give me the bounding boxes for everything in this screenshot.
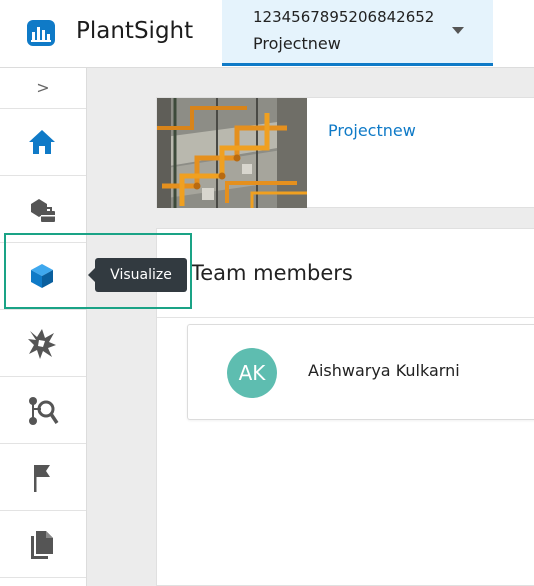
sidebar-item-home[interactable] <box>0 109 86 176</box>
team-members-title: Team members <box>191 261 353 285</box>
sidebar: > <box>0 68 87 586</box>
avatar: AK <box>227 348 277 398</box>
team-member-name: Aishwarya Kulkarni <box>308 361 460 380</box>
flag-icon <box>34 465 50 492</box>
sidebar-item-search-graph[interactable] <box>0 377 86 444</box>
sidebar-item-issues[interactable] <box>0 310 86 377</box>
project-link[interactable]: Projectnew <box>328 121 416 140</box>
chevron-right-icon: > <box>36 78 50 97</box>
sidebar-item-documents[interactable] <box>0 511 86 578</box>
team-members-panel: Team members AK Aishwarya Kulkarni <box>156 228 534 586</box>
project-card[interactable]: Projectnew <box>156 97 534 208</box>
plantsight-logo-icon <box>27 20 55 46</box>
issues-icon <box>28 329 56 359</box>
project-name: Projectnew <box>253 34 341 53</box>
project-thumbnail <box>157 98 307 208</box>
sidebar-item-flag[interactable] <box>0 444 86 511</box>
team-member-card[interactable]: AK Aishwarya Kulkarni <box>187 324 534 420</box>
project-id: 1234567895206842652 <box>253 8 435 26</box>
project-selector[interactable]: 1234567895206842652 Projectnew <box>222 0 493 66</box>
assets-icon <box>31 199 55 222</box>
home-icon <box>29 130 55 154</box>
app-title: PlantSight <box>76 18 194 44</box>
search-graph-icon <box>29 397 59 425</box>
visualize-tooltip: Visualize <box>88 258 187 292</box>
caret-down-icon <box>452 27 464 34</box>
sidebar-expand-button[interactable]: > <box>0 68 86 109</box>
documents-icon <box>31 531 53 559</box>
top-bar: PlantSight 1234567895206842652 Projectne… <box>0 0 534 68</box>
panel-divider <box>157 317 534 318</box>
